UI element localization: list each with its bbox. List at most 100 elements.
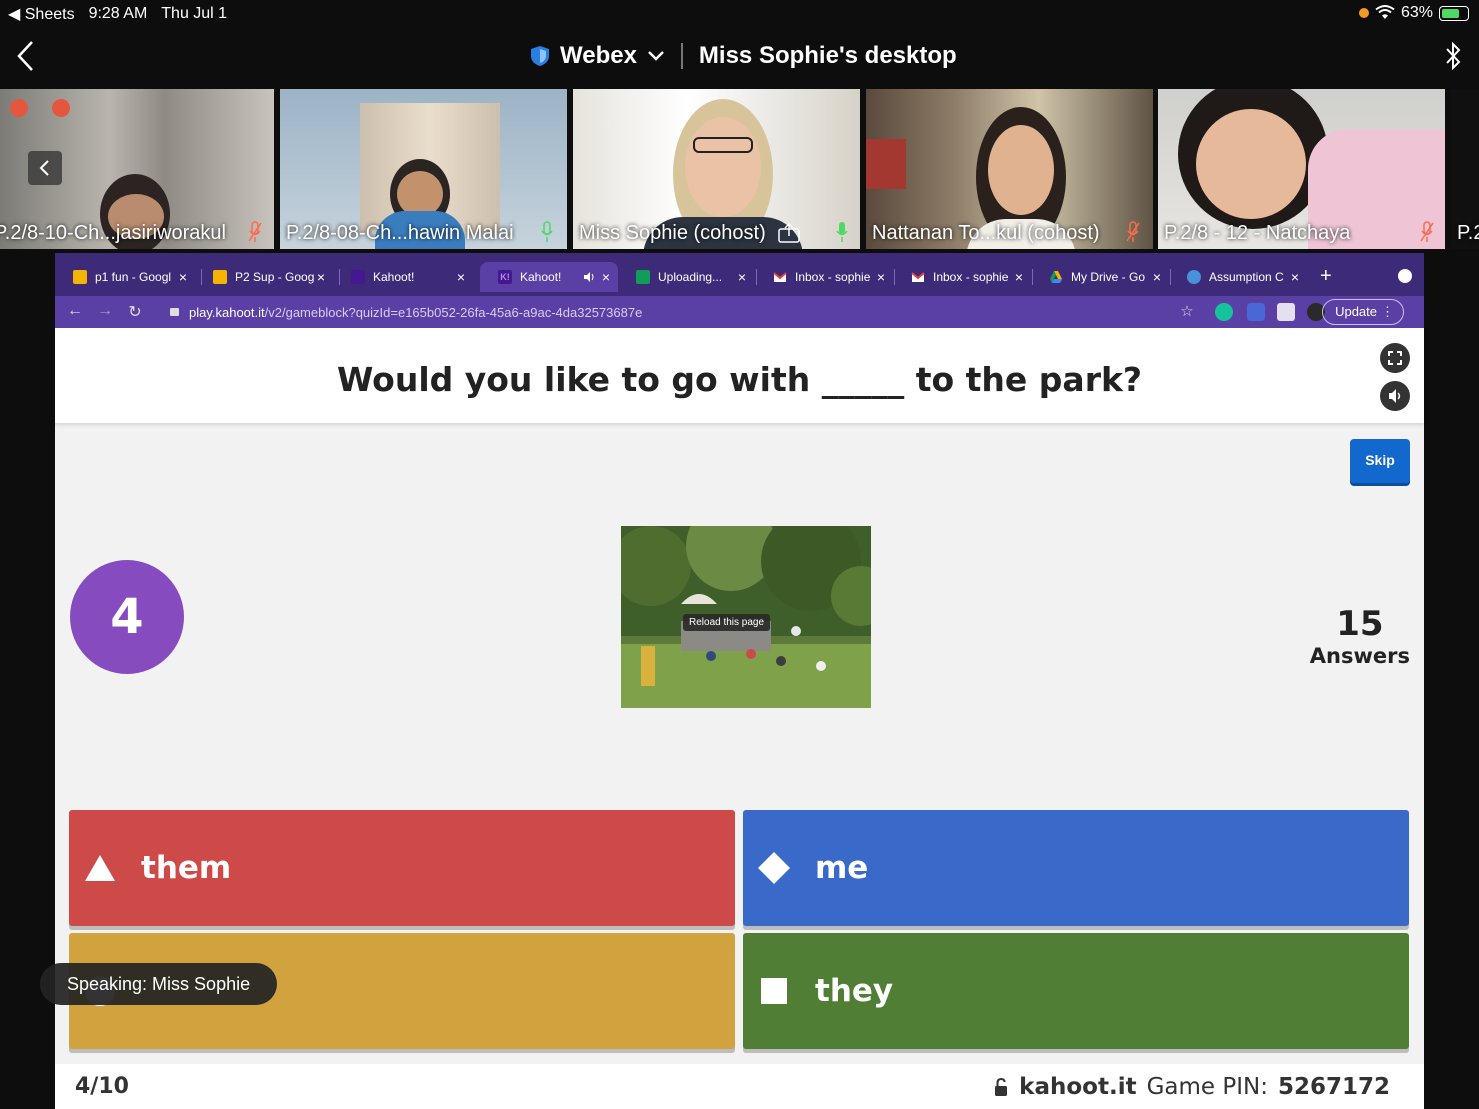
triangle-icon [85,855,115,881]
mic-muted-icon [248,221,262,242]
address-bar: ← → ↻ play.kahoot.it/v2/gameblock?quizId… [55,296,1424,328]
close-icon[interactable]: × [1291,269,1299,285]
forward-arrow-icon[interactable]: → [95,302,115,322]
slides-icon [213,270,227,284]
question-image: Reload this page [621,526,871,708]
participant-name: P.2/8-08-Ch...hawin Malai [286,222,514,244]
update-button[interactable]: Update ⋮ [1322,299,1404,325]
meeting-title-group: Webex Miss Sophie's desktop [530,42,957,70]
wifi-icon [1375,5,1395,19]
meeting-title: Miss Sophie's desktop [698,42,957,69]
mic-icon [541,221,553,242]
participant-name: Miss Sophie (cohost) [579,222,766,244]
close-icon[interactable]: × [457,269,465,285]
participant-tile[interactable]: P.2/8-08-Ch...hawin Malai [280,89,567,249]
reaction-icon [10,99,28,117]
battery-percent: 63% [1400,4,1433,21]
tab-label: My Drive - Go [1071,270,1146,284]
back-arrow-icon[interactable]: ← [65,302,85,322]
participant-name: P.2 [1457,222,1479,244]
fullscreen-button[interactable] [1380,343,1410,373]
skip-button[interactable]: Skip [1350,439,1410,483]
reaction-icon [52,99,70,117]
globe-icon [1187,270,1201,284]
title-divider [680,43,683,69]
browser-tab[interactable]: Inbox - sophie × [893,262,1031,292]
new-tab-button[interactable]: + [1320,265,1332,288]
participant-name: P.2/8 - 12 - Natchaya [1164,222,1351,244]
puzzle-icon[interactable] [1277,303,1295,321]
browser-tab-active[interactable]: K! Kahoot! × [480,262,618,292]
browser-tab[interactable]: Inbox - sophie × [755,262,893,292]
bluetooth-icon[interactable] [1443,40,1463,72]
kahoot-icon: K! [498,270,512,284]
browser-tab[interactable]: Kahoot! × [333,262,473,292]
answer-label: them [141,850,232,886]
participant-tile[interactable]: P.2/8 - 12 - Natchaya [1158,89,1445,249]
back-chevron-icon[interactable] [14,38,38,74]
reload-icon[interactable]: ↻ [125,302,145,322]
close-icon[interactable]: × [317,269,325,285]
status-bar: ◀ Sheets 9:28 AM Thu Jul 1 63% [0,0,1479,26]
mic-muted-icon [1420,221,1434,242]
answer-label: they [815,973,894,1009]
speaker-icon [1389,389,1401,403]
status-date: Thu Jul 1 [161,5,228,22]
answer-red[interactable]: them [69,810,735,926]
answer-green[interactable]: they [743,933,1409,1049]
participant-tile[interactable]: P.2/8-10-Ch...jasiriworakul [0,89,274,249]
url-host: play.kahoot.it [189,304,265,320]
gmail-icon [911,272,925,282]
browser-tab[interactable]: My Drive - Go × [1031,262,1169,292]
square-icon [761,978,787,1004]
close-icon[interactable]: × [738,269,746,285]
participant-tile[interactable]: Nattanan To...kul (cohost) [866,89,1153,249]
browser-tab[interactable]: p1 fun - Googl × [55,262,195,292]
battery-icon [1439,5,1469,21]
tab-search-icon[interactable] [1398,269,1412,283]
slides-icon [73,270,87,284]
share-icon [778,223,800,243]
game-footer: 4/10 kahoot.it Game PIN: 5267172 [55,1064,1424,1109]
lock-icon[interactable] [993,1077,1009,1097]
sound-button[interactable] [1380,381,1410,411]
question-bar: Would you like to go with _____ to the p… [55,328,1424,423]
star-icon[interactable]: ☆ [1177,302,1197,322]
participant-tile[interactable]: P.2 [1451,89,1479,249]
back-to-app-link[interactable]: ◀ Sheets [8,4,75,24]
close-icon[interactable]: × [1015,269,1023,285]
browser-tab[interactable]: Uploading... × [618,262,754,292]
url-input[interactable]: play.kahoot.it/v2/gameblock?quizId=e165b… [160,299,1200,325]
url-path: /v2/gameblock?quizId=e165b052-26fa-45a6-… [264,304,643,320]
participant-name: Nattanan To...kul (cohost) [872,222,1100,244]
tab-label: p1 fun - Googl [95,270,172,284]
chevron-left-icon [39,160,49,176]
browser-tab[interactable]: P2 Sup - Goog × [195,262,333,292]
recording-indicator-icon [1358,8,1369,18]
question-progress: 4/10 [75,1074,129,1099]
mic-muted-icon [1126,221,1140,242]
close-icon[interactable]: × [1153,269,1161,285]
fullscreen-icon [1388,351,1402,365]
speaker-icon[interactable] [583,271,595,283]
update-label: Update [1335,304,1377,319]
mic-icon [836,222,848,242]
tab-label: Inbox - sophie [795,270,871,284]
speaking-indicator: Speaking: Miss Sophie [40,963,278,1005]
close-icon[interactable]: × [179,269,187,285]
close-icon[interactable]: × [877,269,885,285]
webex-app-name[interactable]: Webex [560,42,637,70]
tab-label: Kahoot! [520,270,562,284]
chevron-down-icon[interactable] [647,50,665,62]
close-icon[interactable]: × [602,269,610,285]
browser-tab[interactable]: Assumption C × [1169,262,1307,292]
participant-tile[interactable]: Miss Sophie (cohost) [573,89,860,249]
tab-label: Kahoot! [373,270,415,284]
sheets-icon [636,270,650,284]
answer-blue[interactable]: me [743,810,1409,926]
strip-previous-button[interactable] [28,151,62,185]
extension-icon[interactable] [1247,303,1265,321]
reload-tooltip: Reload this page [683,614,771,631]
grammarly-icon[interactable] [1215,303,1233,321]
status-time: 9:28 AM [88,5,148,22]
